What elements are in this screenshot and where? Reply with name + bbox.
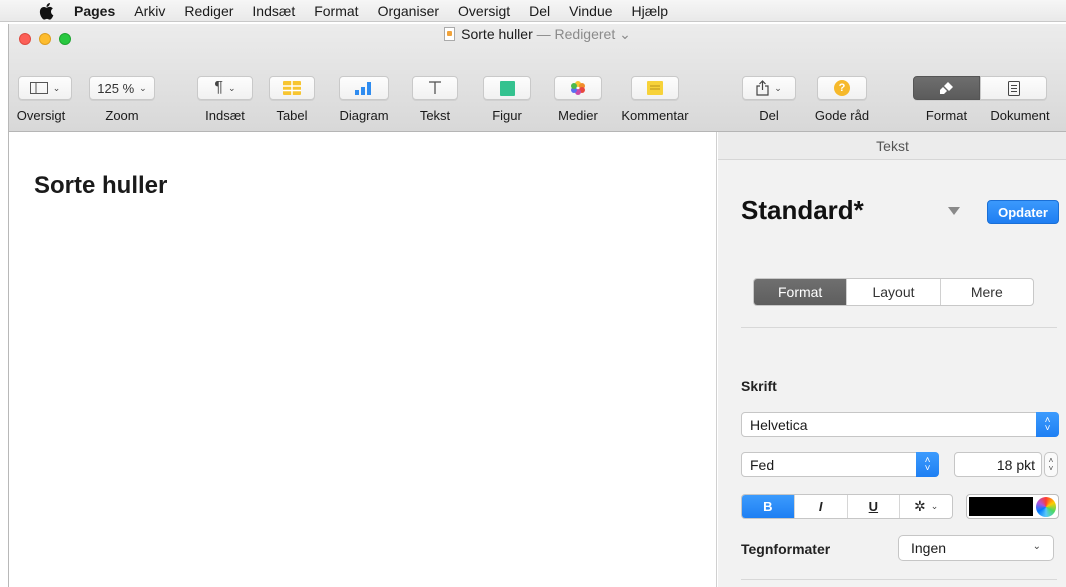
document-label: Dokument [990,108,1050,123]
font-size-field[interactable]: 18 pkt [954,452,1042,477]
pilcrow-icon: ¶ [214,79,224,96]
share-icon [756,80,769,96]
menu-format[interactable]: Format [314,3,358,19]
shape-button[interactable] [483,76,531,100]
text-label: Tekst [419,108,451,123]
gear-icon: ✲ [913,498,926,514]
comment-note-icon [647,81,663,95]
bold-button[interactable]: B [742,495,795,518]
inspector-header: Tekst [718,132,1066,160]
media-button[interactable] [554,76,602,100]
document-title[interactable]: Sorte huller — Redigeret ⌄ [9,26,1066,43]
share-button[interactable]: ⌄ [742,76,796,100]
character-styles-value: Ingen [911,540,947,556]
shape-icon [499,80,515,96]
advanced-options-button[interactable]: ✲ ⌄ [900,495,952,518]
sidebar-view-icon [29,82,48,94]
document-heading[interactable]: Sorte huller [34,172,167,200]
text-color-swatch[interactable] [969,497,1033,516]
tips-button[interactable]: ? [817,76,867,100]
menu-bar: Pages Arkiv Rediger Indsæt Format Organi… [0,0,1066,22]
edited-status: — Redigeret [536,26,616,42]
chevron-down-icon: ⌄ [52,82,61,93]
menu-del[interactable]: Del [529,3,550,19]
tab-mere[interactable]: Mere [941,279,1033,305]
menu-indsaet[interactable]: Indsæt [252,3,295,19]
paragraph-style-name[interactable]: Standard* [741,195,864,226]
zoom-label: Zoom [105,108,139,123]
view-button[interactable]: ⌄ [18,76,72,100]
share-label: Del [759,108,779,123]
chevron-down-icon: ⌄ [139,82,147,93]
font-style-select[interactable]: Fed ˄ ˅ [741,452,939,477]
tab-format[interactable]: Format [754,279,848,305]
text-color-well[interactable] [966,494,1059,519]
font-family-value: Helvetica [750,416,808,433]
table-label: Tabel [276,108,308,123]
photos-icon [570,80,586,96]
italic-button[interactable]: I [795,495,848,518]
font-family-select[interactable]: Helvetica ˄ ˅ [741,412,1059,437]
character-styles-select[interactable]: Ingen ⌄ [898,535,1054,561]
color-wheel-icon[interactable] [1036,497,1056,517]
text-format-buttons: B I U ✲ ⌄ [741,494,953,519]
font-section-title: Skrift [741,378,777,394]
zoom-select[interactable]: 125 % ⌄ [89,76,155,100]
paintbrush-icon [939,81,955,95]
text-button[interactable] [412,76,458,100]
up-down-arrows-icon: ˄ ˅ [1036,412,1059,437]
format-inspector-button[interactable] [913,76,980,100]
menu-organiser[interactable]: Organiser [378,3,439,19]
format-inspector: Tekst Standard* Opdater Format Layout Me… [718,132,1066,587]
insert-label: Indsæt [205,108,245,123]
tips-icon: ? [834,80,850,96]
menu-hjaelp[interactable]: Hjælp [632,3,669,19]
chart-label: Diagram [339,108,389,123]
menu-rediger[interactable]: Rediger [184,3,233,19]
character-styles-label: Tegnformater [741,541,831,557]
inspector-tabs: Format Layout Mere [753,278,1034,306]
tips-label: Gode råd [814,108,870,123]
font-style-value: Fed [750,456,775,473]
divider [741,327,1057,328]
document-name: Sorte huller [461,26,533,42]
comment-label: Kommentar [621,108,689,123]
document-inspector-button[interactable] [980,76,1047,100]
chevron-down-icon: ⌄ [228,82,236,93]
comment-button[interactable] [631,76,679,100]
zoom-value: 125 % [97,80,135,96]
divider [741,579,1057,580]
window-toolbar: Sorte huller — Redigeret ⌄ ⌄ Oversigt 12… [9,24,1066,132]
table-button[interactable] [269,76,315,100]
font-size-stepper[interactable]: ˄ ˅ [1044,452,1058,477]
insert-button[interactable]: ¶ ⌄ [197,76,253,100]
document-canvas[interactable]: Sorte huller [9,132,717,587]
chevron-down-icon: ⌄ [1032,541,1041,552]
chevron-down-icon: ⌄ [774,82,782,93]
menu-arkiv[interactable]: Arkiv [134,3,165,19]
menu-vindue[interactable]: Vindue [569,3,612,19]
chart-button[interactable] [339,76,389,100]
up-down-arrows-icon: ˄ ˅ [916,452,939,477]
view-label: Oversigt [16,108,66,123]
menu-oversigt[interactable]: Oversigt [458,3,510,19]
pages-window: Sorte huller — Redigeret ⌄ ⌄ Oversigt 12… [8,24,1066,587]
shape-label: Figur [492,108,522,123]
text-box-icon [428,81,442,95]
underline-button[interactable]: U [848,495,901,518]
menu-app-name[interactable]: Pages [74,3,115,19]
media-label: Medier [558,108,598,123]
style-dropdown-triangle-icon[interactable] [948,207,960,215]
table-icon [283,81,301,95]
format-label: Format [925,108,968,123]
chevron-down-icon: ⌄ [930,501,939,511]
update-style-button[interactable]: Opdater [987,200,1059,224]
apple-menu-icon[interactable] [38,2,58,20]
document-icon [1007,80,1020,96]
bar-chart-icon [355,81,373,95]
tab-layout[interactable]: Layout [847,279,941,305]
chevron-down-icon: ⌄ [615,26,631,42]
pages-document-icon [444,27,456,41]
